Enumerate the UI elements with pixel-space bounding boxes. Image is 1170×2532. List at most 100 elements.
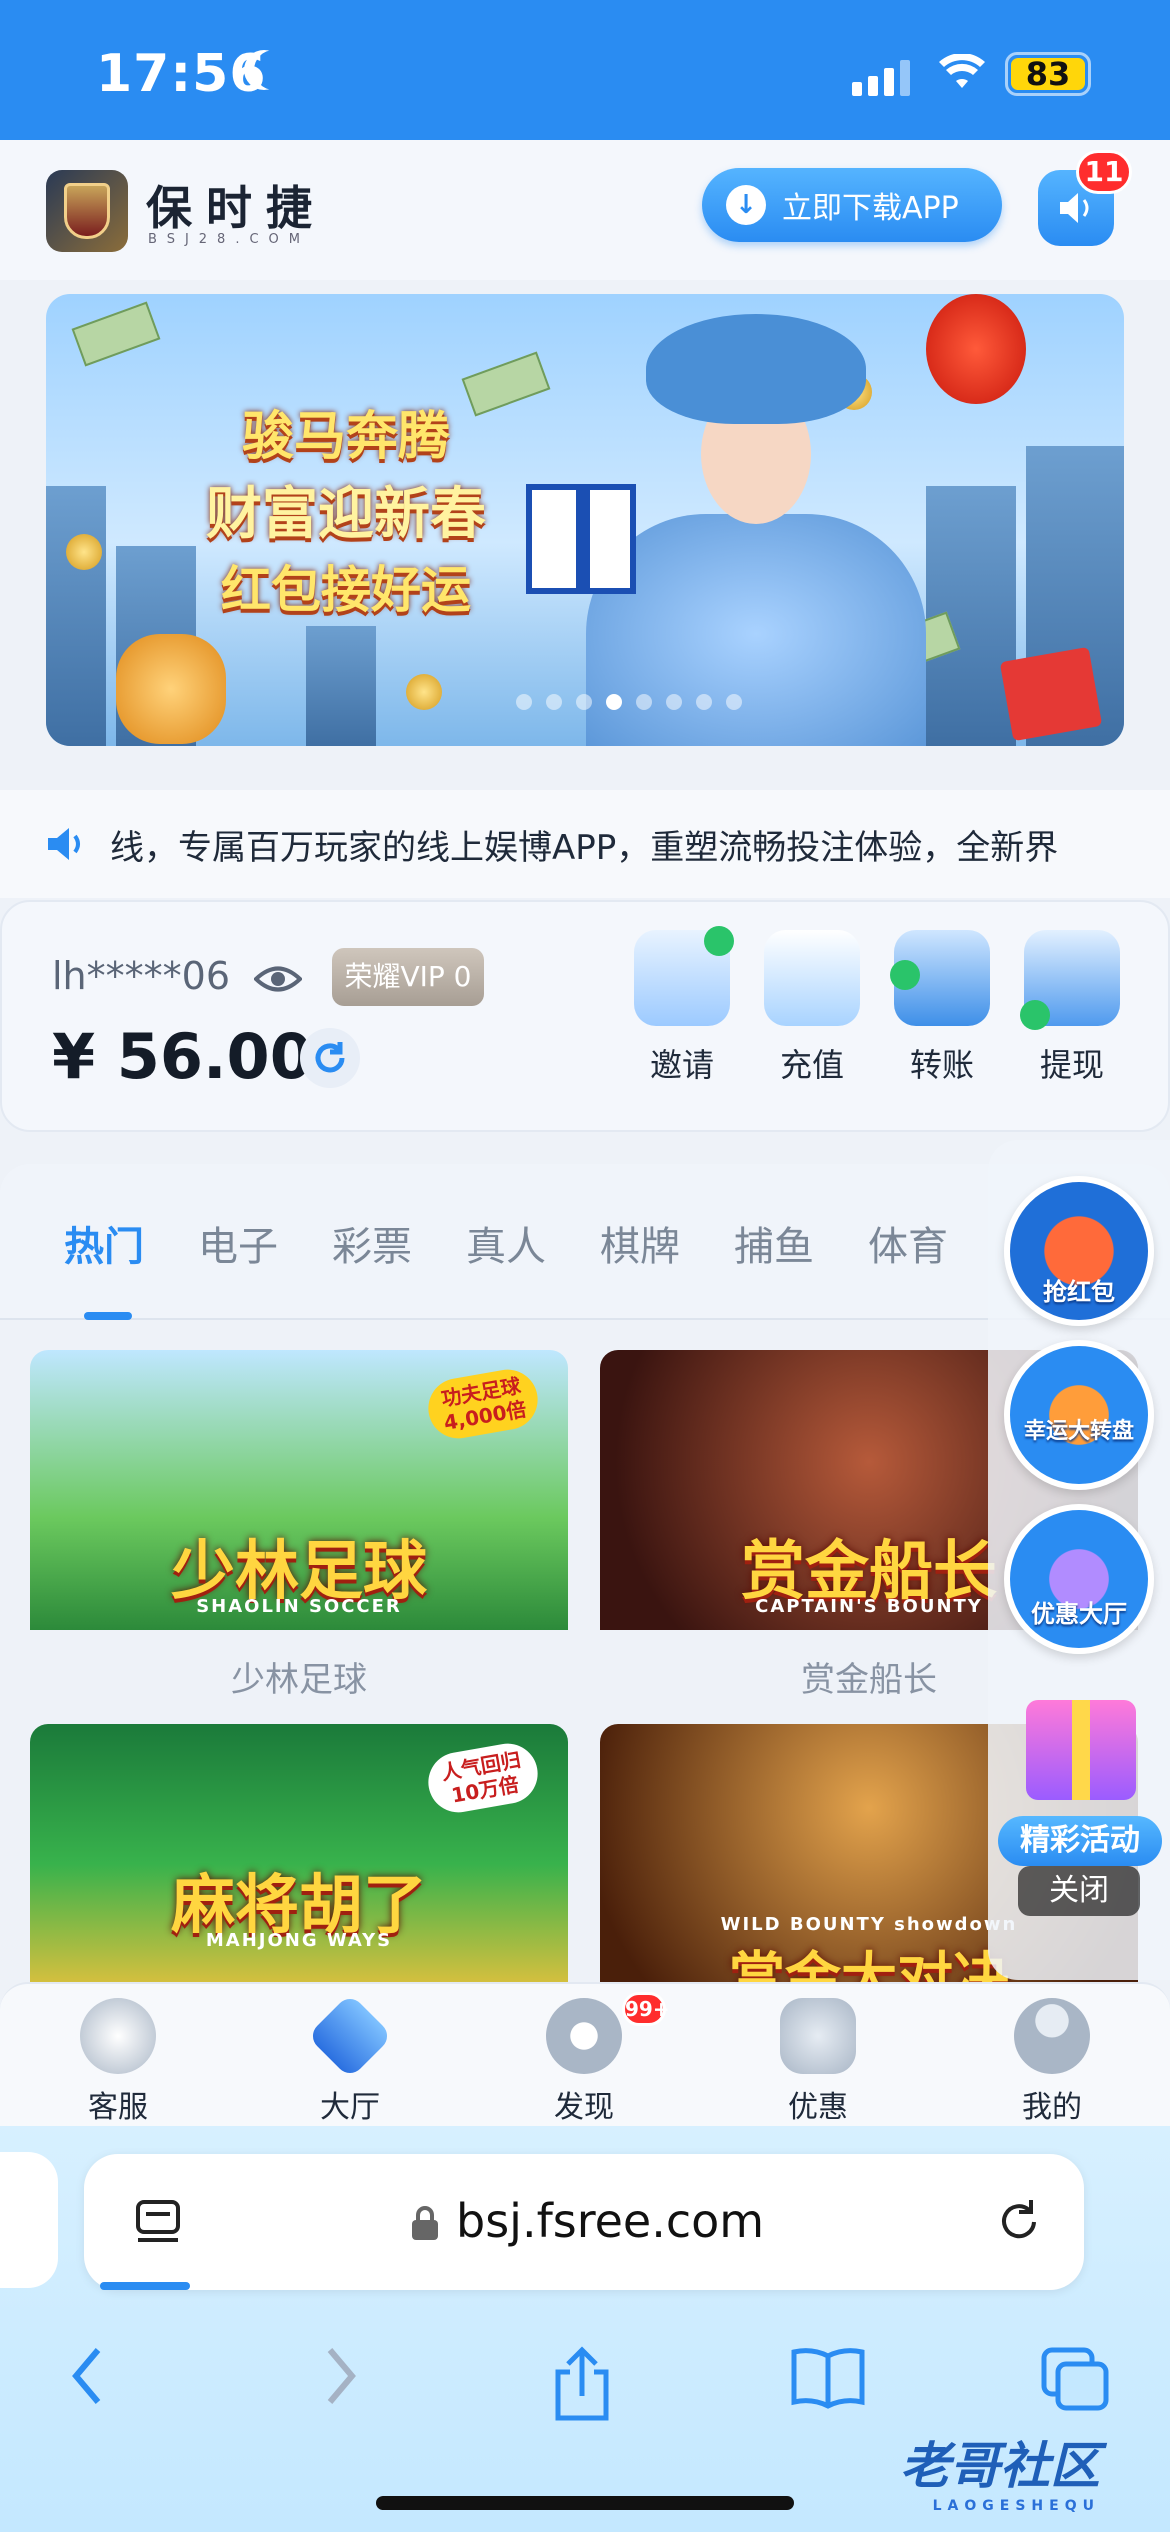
address-bar[interactable]: bsj.fsree.com xyxy=(84,2154,1084,2290)
withdraw-button[interactable]: 提现 xyxy=(1020,930,1122,1086)
tab-hot[interactable]: 热门 xyxy=(64,1214,144,1272)
bookmarks-icon[interactable] xyxy=(790,2346,866,2410)
previous-tab[interactable] xyxy=(0,2152,58,2288)
horse-mascot xyxy=(116,634,226,744)
invite-button[interactable]: 邀请 xyxy=(632,926,734,1086)
account-actions: 邀请 充值 转账 提现 xyxy=(632,926,1122,1086)
tabs-icon[interactable] xyxy=(1040,2346,1110,2412)
back-icon[interactable] xyxy=(68,2346,108,2406)
tab-lottery[interactable]: 彩票 xyxy=(332,1214,412,1272)
promo-banner[interactable]: 骏马奔腾 财富迎新春 红包接好运 xyxy=(46,294,1124,746)
refresh-balance-button[interactable] xyxy=(300,1028,360,1088)
game-thumbnail: 功夫足球 4,000倍 少林足球 SHAOLIN SOCCER xyxy=(30,1350,568,1630)
forward-icon[interactable] xyxy=(320,2346,360,2406)
banner-pagination xyxy=(516,694,742,710)
eye-icon[interactable] xyxy=(254,964,302,994)
banner-line-1: 骏马奔腾 xyxy=(241,406,450,467)
invite-icon xyxy=(634,926,734,1026)
home-indicator xyxy=(376,2496,794,2510)
game-card[interactable]: 功夫足球 4,000倍 少林足球 SHAOLIN SOCCER 少林足球 xyxy=(30,1350,568,1701)
tabbar-promo[interactable]: 优惠 xyxy=(748,1998,888,2126)
share-icon[interactable] xyxy=(550,2346,614,2422)
reader-icon[interactable] xyxy=(134,2198,184,2248)
announcement-marquee[interactable]: 线，专属百万玩家的线上娱博APP，重塑流畅投注体验，全新界 xyxy=(0,790,1170,898)
home-icon xyxy=(307,1993,393,2079)
balance: ¥ 56.00 xyxy=(52,1020,313,1093)
announcement-speaker-icon xyxy=(48,828,80,860)
tabbar-label: 大厅 xyxy=(320,2090,380,2125)
username: lh*****06 xyxy=(52,954,230,998)
withdraw-icon xyxy=(1020,930,1120,1030)
banner-headline: 骏马奔腾 财富迎新春 红包接好运 xyxy=(146,394,546,622)
download-app-button[interactable]: ↓ 立即下载APP xyxy=(702,168,1002,242)
tab-cards[interactable]: 棋牌 xyxy=(600,1214,680,1272)
moon-icon xyxy=(254,50,294,90)
vip-badge[interactable]: 荣耀VIP 0 xyxy=(332,948,484,1006)
red-packet-label: 抢红包 xyxy=(1043,1278,1115,1306)
tabbar-support[interactable]: 客服 xyxy=(48,1998,188,2126)
status-bar: 17:56 83 xyxy=(0,0,1170,140)
red-packet-button[interactable]: 抢红包 xyxy=(1004,1176,1154,1326)
brand-name: 保时捷 xyxy=(146,181,326,235)
battery-level: 83 xyxy=(1011,58,1085,90)
promo-hall-label: 优惠大厅 xyxy=(1031,1600,1127,1628)
game-name: 少林足球 xyxy=(231,1660,367,1700)
tabbar-label: 优惠 xyxy=(788,2090,848,2125)
deposit-button[interactable]: 充值 xyxy=(762,930,862,1086)
browser-toolbar: bsj.fsree.com 老哥社区 LAOGESHEQU xyxy=(0,2126,1170,2532)
speaker-icon xyxy=(1060,193,1089,223)
watermark-text: 老哥社区 xyxy=(900,2437,1100,2495)
wifi-icon xyxy=(939,54,985,88)
gift-icon xyxy=(1026,1700,1136,1800)
notification-button[interactable]: 11 xyxy=(1038,150,1132,246)
tabbar-lobby[interactable]: 大厅 xyxy=(280,1993,420,2126)
banner-model xyxy=(526,314,946,746)
watermark: 老哥社区 LAOGESHEQU xyxy=(900,2426,1100,2514)
game-card[interactable]: 人气回归 10万倍 麻将胡了 MAHJONG WAYS xyxy=(30,1724,568,1982)
promo-icon xyxy=(780,1998,856,2074)
transfer-label: 转账 xyxy=(909,1046,974,1084)
game-tag: 功夫足球 4,000倍 xyxy=(423,1364,543,1444)
tabbar-label: 发现 xyxy=(554,2090,614,2125)
tab-live[interactable]: 真人 xyxy=(466,1214,546,1272)
tab-electronic[interactable]: 电子 xyxy=(198,1214,278,1272)
tab-sports[interactable]: 体育 xyxy=(868,1214,948,1272)
profile-icon xyxy=(1014,1998,1090,2074)
tab-fishing[interactable]: 捕鱼 xyxy=(734,1214,814,1272)
invite-label: 邀请 xyxy=(649,1046,714,1084)
banner-line-3: 红包接好运 xyxy=(221,560,471,619)
active-tab-indicator xyxy=(84,1312,132,1320)
red-envelope-decoration xyxy=(999,646,1103,742)
lucky-wheel-label: 幸运大转盘 xyxy=(1023,1419,1134,1444)
support-icon xyxy=(80,1998,156,2074)
download-icon: ↓ xyxy=(726,185,766,225)
promo-hall-button[interactable]: 优惠大厅 xyxy=(1004,1504,1154,1654)
close-activity-button[interactable]: 关闭 xyxy=(1018,1866,1140,1916)
reload-icon[interactable] xyxy=(994,2196,1044,2246)
brand-logo xyxy=(46,170,128,252)
lucky-wheel-button[interactable]: 幸运大转盘 xyxy=(1004,1340,1154,1490)
watermark-sub: LAOGESHEQU xyxy=(932,2498,1100,2514)
transfer-icon xyxy=(890,930,990,1026)
transfer-button[interactable]: 转账 xyxy=(890,930,992,1086)
bottom-tab-bar: 客服 大厅 99+ 发现 优惠 我的 xyxy=(0,1982,1170,2126)
banner-line-2: 财富迎新春 xyxy=(206,481,486,547)
refresh-icon xyxy=(315,1042,345,1073)
activity-button[interactable]: 精彩活动 xyxy=(998,1686,1162,1866)
tabbar-profile[interactable]: 我的 xyxy=(982,1998,1122,2126)
app-header: 保时捷 BSJ28.COM ↓ 立即下载APP 11 xyxy=(0,140,1170,280)
notification-badge: 11 xyxy=(1076,150,1132,194)
status-time: 17:56 xyxy=(96,44,267,104)
tabbar-label: 客服 xyxy=(88,2090,148,2125)
tabbar-label: 我的 xyxy=(1022,2090,1082,2125)
announcement-text: 线，专属百万玩家的线上娱博APP，重塑流畅投注体验，全新界 xyxy=(110,827,1059,868)
game-art-subtitle: MAHJONG WAYS xyxy=(205,1930,393,1951)
tabbar-discover[interactable]: 99+ 发现 xyxy=(514,1992,670,2126)
account-card: lh*****06 荣耀VIP 0 ¥ 56.00 邀请 充值 转账 提现 xyxy=(0,900,1170,1132)
battery-icon: 83 xyxy=(1005,52,1091,96)
download-label: 立即下载APP xyxy=(782,191,959,226)
lock-icon xyxy=(412,2206,438,2240)
withdraw-label: 提现 xyxy=(1039,1046,1104,1084)
url-text: bsj.fsree.com xyxy=(456,2194,765,2248)
deposit-icon xyxy=(764,930,860,1026)
